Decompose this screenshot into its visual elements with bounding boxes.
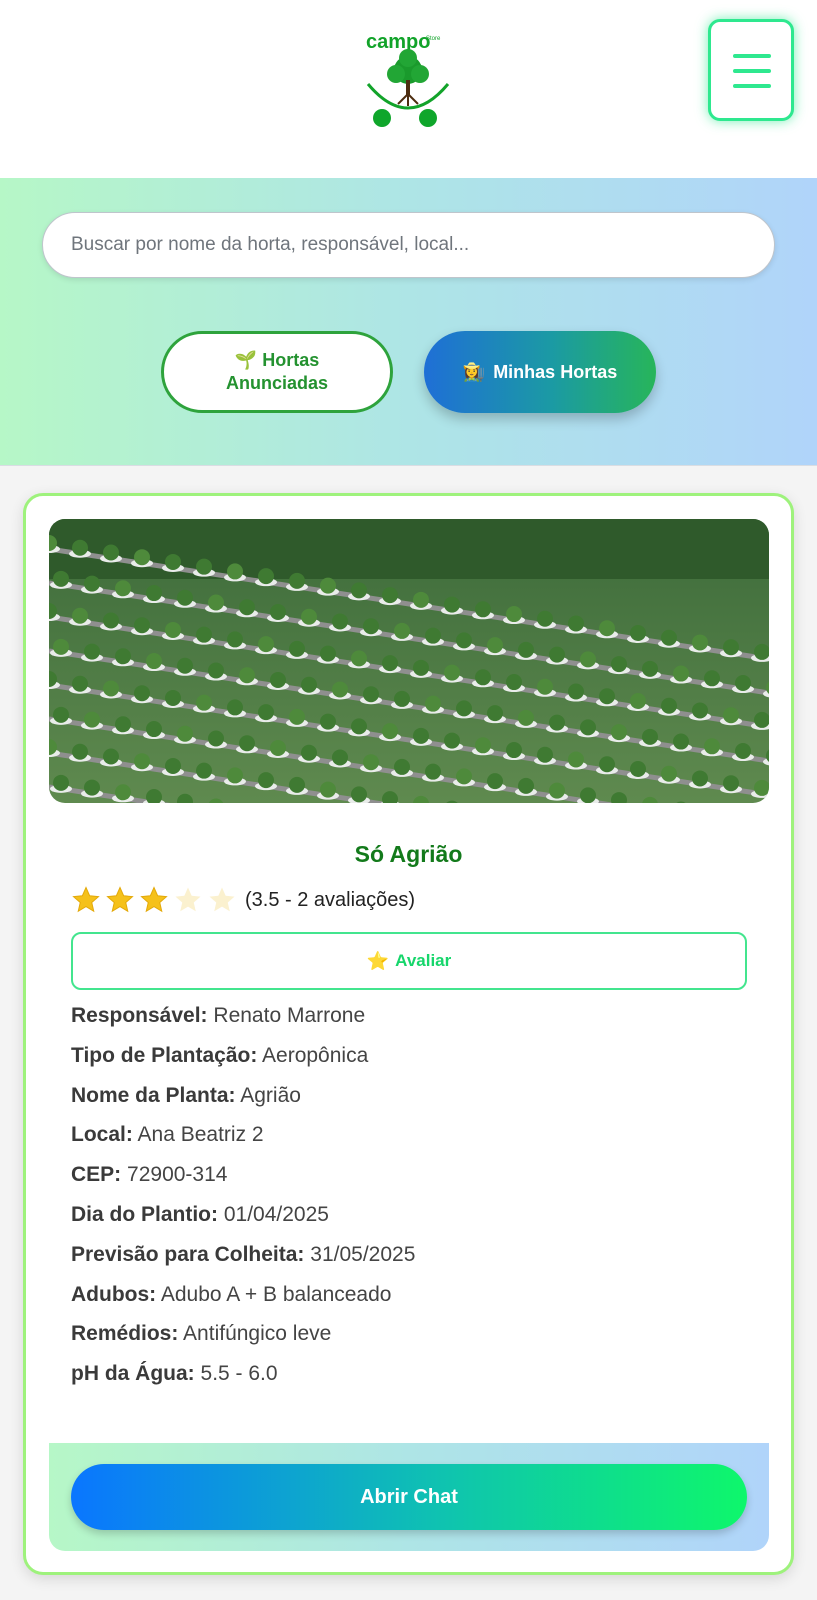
detail-value: Adubo A + B balanceado <box>160 1282 392 1306</box>
detail-row: Dia do Plantio: 01/04/2025 <box>71 1201 751 1241</box>
detail-value: 01/04/2025 <box>223 1202 329 1226</box>
horta-details: Responsável: Renato Marrone Tipo de Plan… <box>71 1002 751 1400</box>
detail-label: Previsão para Colheita: <box>71 1242 305 1266</box>
abrir-chat-button[interactable]: Abrir Chat <box>71 1464 747 1530</box>
app-header: campo Store <box>0 0 817 178</box>
detail-value: Aeropônica <box>262 1043 369 1067</box>
detail-value: Agrião <box>240 1083 301 1107</box>
tab-label: Anunciadas <box>225 373 329 393</box>
seedling-icon: 🌱 <box>234 350 258 370</box>
detail-row: Remédios: Antifúngico leve <box>71 1320 751 1360</box>
detail-label: pH da Água: <box>71 1362 195 1386</box>
svg-text:campo: campo <box>366 31 430 53</box>
avaliar-label: Avaliar <box>395 951 452 970</box>
tab-label: Minhas Hortas <box>493 361 618 382</box>
detail-label: CEP: <box>71 1163 122 1187</box>
detail-value: 31/05/2025 <box>310 1242 416 1266</box>
rating-stars: (3.5 - 2 avaliações) <box>71 885 415 915</box>
detail-row: CEP: 72900-314 <box>71 1161 751 1201</box>
detail-row: Nome da Planta: Agrião <box>71 1082 751 1122</box>
detail-value: Renato Marrone <box>213 1004 366 1027</box>
detail-label: Nome da Planta: <box>71 1083 236 1107</box>
tab-hortas-anunciadas[interactable]: 🌱 Hortas Anunciadas <box>161 331 393 413</box>
menu-button[interactable] <box>708 19 794 121</box>
campo-store-logo[interactable]: campo Store <box>362 28 454 132</box>
horta-photo <box>49 519 769 803</box>
star-empty-icon <box>175 887 201 912</box>
detail-label: Local: <box>71 1123 133 1147</box>
rating-text: (3.5 - 2 avaliações) <box>245 888 416 911</box>
detail-row: Tipo de Plantação: Aeropônica <box>71 1042 751 1082</box>
detail-label: Tipo de Plantação: <box>71 1043 258 1067</box>
star-filled-icon <box>140 886 168 913</box>
avaliar-button[interactable]: ⭐ Avaliar <box>71 932 747 990</box>
search-input[interactable] <box>42 212 775 278</box>
detail-value: 72900-314 <box>127 1163 228 1187</box>
detail-row: Responsável: Renato Marrone <box>71 1002 751 1042</box>
detail-label: Remédios: <box>71 1322 179 1346</box>
detail-value: Ana Beatriz 2 <box>137 1123 264 1147</box>
detail-value: 5.5 - 6.0 <box>200 1362 278 1386</box>
star-filled-icon <box>72 886 100 913</box>
detail-value: Antifúngico leve <box>183 1322 332 1346</box>
star-empty-icon <box>209 887 235 912</box>
detail-row: pH da Água: 5.5 - 6.0 <box>71 1360 751 1400</box>
farmer-icon: 👩‍🌾 <box>462 361 486 382</box>
chat-footer: Abrir Chat <box>49 1443 769 1551</box>
star-icon: ⭐ <box>366 950 390 971</box>
horta-title: Só Agrião <box>354 841 463 867</box>
detail-row: Previsão para Colheita: 31/05/2025 <box>71 1241 751 1281</box>
detail-label: Responsável: <box>71 1004 208 1027</box>
horta-card: Só Agrião (3.5 - 2 avaliações) ⭐ Avaliar… <box>23 493 794 1575</box>
svg-text:Store: Store <box>426 36 441 42</box>
detail-row: Adubos: Adubo A + B balanceado <box>71 1281 751 1321</box>
detail-row: Local: Ana Beatriz 2 <box>71 1121 751 1161</box>
detail-label: Dia do Plantio: <box>71 1202 218 1226</box>
star-filled-icon <box>106 886 134 913</box>
search-band: 🌱 Hortas Anunciadas 👩‍🌾 Minhas Hortas <box>0 178 817 466</box>
tab-minhas-hortas[interactable]: 👩‍🌾 Minhas Hortas <box>424 331 656 413</box>
detail-label: Adubos: <box>71 1282 157 1306</box>
tab-label: Hortas <box>262 350 320 370</box>
